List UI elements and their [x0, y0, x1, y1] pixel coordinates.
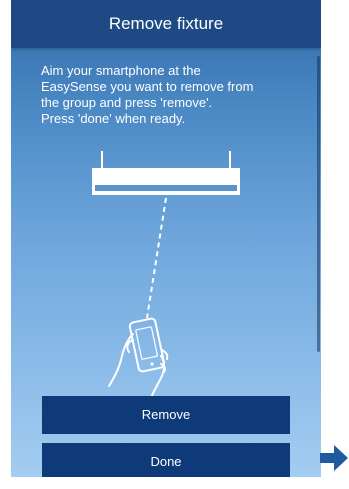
done-button[interactable]: Done — [42, 443, 290, 477]
remove-fixture-screen: Remove fixture Aim your smartphone at th… — [11, 0, 321, 477]
hand-holding-phone-icon — [108, 317, 169, 399]
arrow-right-icon — [320, 445, 348, 471]
ceiling-fixture-icon — [92, 151, 240, 195]
dashed-beam-icon — [146, 197, 167, 319]
illustration — [92, 151, 240, 399]
remove-button[interactable]: Remove — [42, 396, 290, 434]
